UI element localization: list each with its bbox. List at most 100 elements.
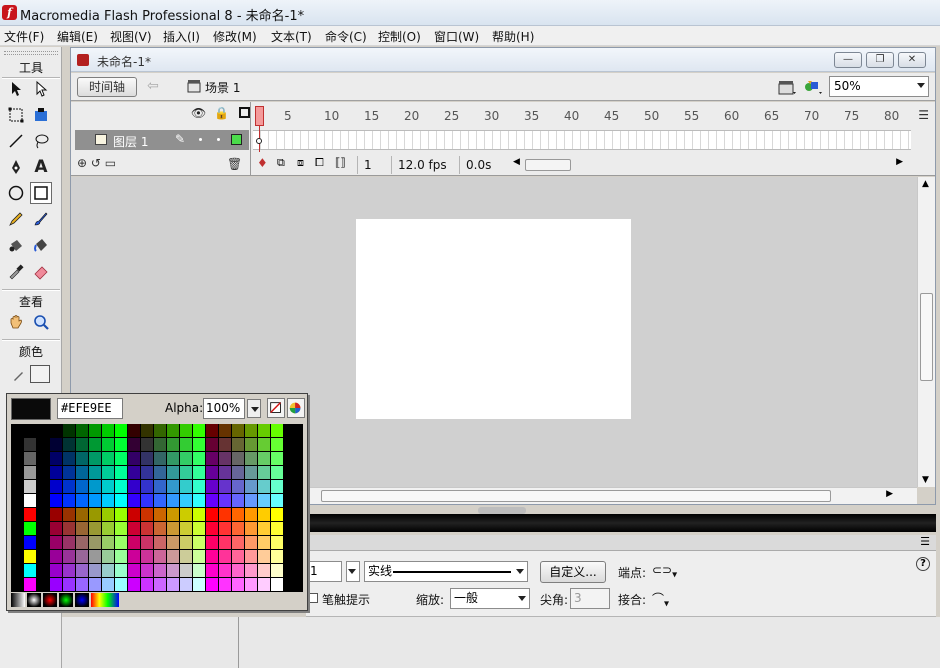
color-swatch[interactable] [24,522,36,535]
color-swatch[interactable] [219,522,231,535]
color-swatch[interactable] [167,466,179,479]
color-swatch[interactable] [206,578,218,591]
color-swatch[interactable] [271,522,283,535]
color-swatch[interactable] [180,494,192,507]
color-swatch[interactable] [128,578,140,591]
color-swatch[interactable] [11,578,23,591]
color-swatch[interactable] [63,522,75,535]
color-swatch[interactable] [50,564,62,577]
stroke-style-dropdown[interactable]: 实线 [364,561,528,582]
lasso-icon[interactable] [30,130,52,152]
visibility-dot[interactable] [199,138,202,141]
color-swatch[interactable] [154,424,166,437]
close-button[interactable]: ✕ [898,52,926,68]
menu-text[interactable]: 文本(T) [271,28,312,45]
color-swatch[interactable] [219,438,231,451]
color-swatch[interactable] [141,438,153,451]
color-swatch[interactable] [141,480,153,493]
color-swatch[interactable] [258,564,270,577]
color-swatch[interactable] [63,424,75,437]
menu-view[interactable]: 视图(V) [110,28,152,45]
color-swatch[interactable] [89,438,101,451]
color-swatch[interactable] [271,466,283,479]
color-swatch[interactable] [89,466,101,479]
color-swatch[interactable] [219,480,231,493]
paint-bucket-icon[interactable] [30,234,52,256]
color-swatch[interactable] [193,578,205,591]
color-swatch[interactable] [219,564,231,577]
color-swatch[interactable] [50,508,62,521]
color-swatch[interactable] [76,578,88,591]
color-swatch[interactable] [24,480,36,493]
color-swatch[interactable] [219,536,231,549]
color-swatch[interactable] [206,536,218,549]
alpha-dropdown[interactable] [247,399,261,418]
stroke-size-dropdown[interactable] [346,561,360,582]
color-swatch[interactable] [89,564,101,577]
color-swatch[interactable] [11,494,23,507]
color-swatch[interactable] [258,578,270,591]
color-swatch[interactable] [258,424,270,437]
color-swatch[interactable] [258,494,270,507]
color-swatch[interactable] [258,452,270,465]
gradient-swatch[interactable] [27,593,41,607]
color-swatch[interactable] [128,550,140,563]
color-swatch[interactable] [141,466,153,479]
color-swatch[interactable] [37,452,49,465]
flash-app-icon[interactable]: f [2,5,17,20]
color-swatch[interactable] [258,536,270,549]
color-swatch[interactable] [180,536,192,549]
menu-window[interactable]: 窗口(W) [434,28,479,45]
color-swatch[interactable] [115,536,127,549]
color-swatch[interactable] [89,536,101,549]
color-swatch[interactable] [128,452,140,465]
color-swatch[interactable] [219,452,231,465]
color-swatch[interactable] [206,424,218,437]
color-swatch[interactable] [193,424,205,437]
color-swatch[interactable] [206,494,218,507]
color-swatch[interactable] [258,508,270,521]
color-swatch[interactable] [76,466,88,479]
color-swatch[interactable] [37,536,49,549]
zoom-dropdown[interactable]: 50% [829,76,929,97]
menu-edit[interactable]: 编辑(E) [57,28,98,45]
color-swatch[interactable] [102,536,114,549]
color-swatch[interactable] [245,578,257,591]
color-swatch[interactable] [206,508,218,521]
color-swatch[interactable] [11,480,23,493]
brush-icon[interactable] [30,208,52,230]
rectangle-icon[interactable] [30,182,52,204]
color-swatch[interactable] [63,578,75,591]
text-icon[interactable]: A [30,156,52,178]
color-swatch[interactable] [180,522,192,535]
onion-outline-icon[interactable]: ⧈ [297,156,304,170]
scroll-right-icon[interactable]: ▶ [896,157,903,167]
edit-symbol-icon[interactable] [803,78,823,96]
edit-scene-icon[interactable] [777,78,797,96]
color-swatch[interactable] [63,550,75,563]
menu-help[interactable]: 帮助(H) [492,28,534,45]
eye-icon[interactable]: 👁 [191,106,206,120]
frame-row[interactable] [253,130,911,150]
gradient-swatch[interactable] [11,593,25,607]
color-swatch[interactable] [193,536,205,549]
color-swatch[interactable] [193,494,205,507]
color-swatch[interactable] [76,438,88,451]
alpha-input[interactable]: 100% [203,398,245,419]
color-swatch[interactable] [76,508,88,521]
menu-control[interactable]: 控制(O) [378,28,421,45]
color-swatch[interactable] [128,424,140,437]
color-swatch[interactable] [167,522,179,535]
color-swatch[interactable] [193,480,205,493]
color-swatch[interactable] [76,522,88,535]
color-swatch[interactable] [128,494,140,507]
hinting-checkbox[interactable] [308,593,318,603]
color-swatch[interactable] [128,480,140,493]
color-swatch[interactable] [50,480,62,493]
color-swatch[interactable] [154,550,166,563]
zoom-icon[interactable] [30,311,52,333]
color-swatch[interactable] [128,508,140,521]
color-swatch[interactable] [245,424,257,437]
outline-icon[interactable] [238,107,250,118]
color-swatch[interactable] [245,466,257,479]
